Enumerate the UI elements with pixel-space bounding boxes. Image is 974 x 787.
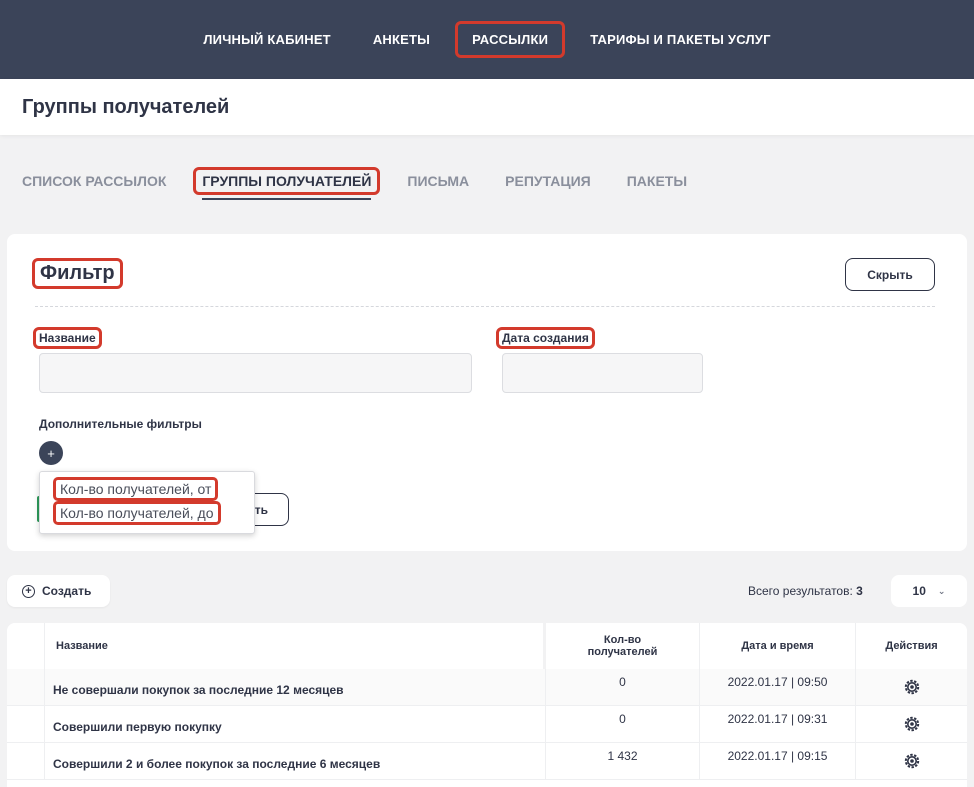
nav-item-mailings[interactable]: РАССЫЛКИ: [455, 21, 566, 58]
row-name[interactable]: Совершили первую покупку: [45, 706, 546, 742]
row-datetime: 2022.01.17 | 09:31: [700, 706, 856, 742]
total-results-value: 3: [856, 584, 863, 598]
top-navigation: ЛИЧНЫЙ КАБИНЕТ АНКЕТЫ РАССЫЛКИ ТАРИФЫ И …: [0, 0, 974, 79]
table-row[interactable]: Совершили 2 и более покупок за последние…: [7, 743, 967, 780]
per-page-select[interactable]: 10 ⌄: [891, 575, 967, 607]
plus-circle-icon: +: [22, 584, 35, 598]
total-results-label: Всего результатов:: [748, 584, 853, 598]
row-actions: [856, 743, 967, 779]
dropdown-option-count-to[interactable]: Кол-во получателей, до: [53, 501, 221, 525]
tab-letters[interactable]: ПИСЬМА: [401, 170, 475, 192]
table-row[interactable]: Совершили первую покупку 0 2022.01.17 | …: [7, 706, 967, 743]
table-header: Название Кол-во получателей Дата и время…: [7, 623, 967, 669]
column-header-datetime[interactable]: Дата и время: [700, 623, 856, 669]
row-name[interactable]: Совершили 2 и более покупок за последние…: [45, 743, 546, 779]
section-tabs: СПИСОК РАССЫЛОК ГРУППЫ ПОЛУЧАТЕЛЕЙ ПИСЬМ…: [22, 167, 717, 200]
page-header: Группы получателей: [0, 79, 974, 135]
gear-icon[interactable]: [904, 679, 920, 695]
tab-reputation[interactable]: РЕПУТАЦИЯ: [499, 170, 597, 192]
row-spacer: [7, 706, 45, 742]
column-header-name[interactable]: Название: [45, 623, 546, 669]
dropdown-option-count-from[interactable]: Кол-во получателей, от: [52, 477, 219, 501]
page-title: Группы получателей: [22, 96, 230, 118]
row-count: 1 432: [546, 743, 700, 779]
name-input[interactable]: [39, 353, 472, 393]
row-count: 0: [546, 706, 700, 742]
extra-filter-dropdown: Кол-во получателей, от Кол-во получателе…: [39, 471, 255, 534]
per-page-value: 10: [912, 584, 926, 598]
row-count: 0: [546, 669, 700, 705]
nav-item-tariffs[interactable]: ТАРИФЫ И ПАКЕТЫ УСЛУГ: [576, 24, 784, 55]
row-spacer: [7, 743, 45, 779]
nav-item-account[interactable]: ЛИЧНЫЙ КАБИНЕТ: [189, 24, 344, 55]
create-button-label: Создать: [42, 584, 92, 598]
column-header-actions: Действия: [885, 640, 938, 652]
date-field-label: Дата создания: [496, 327, 595, 349]
chevron-down-icon: ⌄: [937, 585, 946, 596]
total-results: Всего результатов: 3: [748, 584, 863, 598]
row-datetime: 2022.01.17 | 09:15: [700, 743, 856, 779]
row-name[interactable]: Не совершали покупок за последние 12 мес…: [45, 669, 546, 705]
gear-icon[interactable]: [904, 753, 920, 769]
hide-filter-button[interactable]: Скрыть: [845, 258, 935, 291]
row-spacer: [7, 669, 45, 705]
gear-icon[interactable]: [904, 716, 920, 732]
row-actions: [856, 669, 967, 705]
extra-filters-label: Дополнительные фильтры: [39, 417, 202, 431]
filter-title: Фильтр: [32, 258, 123, 289]
column-header-count[interactable]: Кол-во получателей: [546, 623, 700, 669]
tab-packages[interactable]: ПАКЕТЫ: [621, 170, 693, 192]
row-actions: [856, 706, 967, 742]
divider: [35, 306, 935, 307]
recipient-groups-table: Название Кол-во получателей Дата и время…: [7, 623, 967, 787]
table-row[interactable]: Не совершали покупок за последние 12 мес…: [7, 669, 967, 706]
checkbox-column-header: [7, 623, 45, 669]
nav-item-surveys[interactable]: АНКЕТЫ: [359, 24, 444, 55]
add-filter-button[interactable]: +: [39, 441, 63, 465]
row-datetime: 2022.01.17 | 09:50: [700, 669, 856, 705]
tab-recipient-groups[interactable]: ГРУППЫ ПОЛУЧАТЕЛЕЙ: [193, 167, 381, 200]
name-field-label: Название: [33, 327, 102, 349]
tab-mailing-list[interactable]: СПИСОК РАССЫЛОК: [22, 170, 172, 192]
create-button[interactable]: + Создать: [7, 575, 110, 607]
date-input[interactable]: [502, 353, 703, 393]
